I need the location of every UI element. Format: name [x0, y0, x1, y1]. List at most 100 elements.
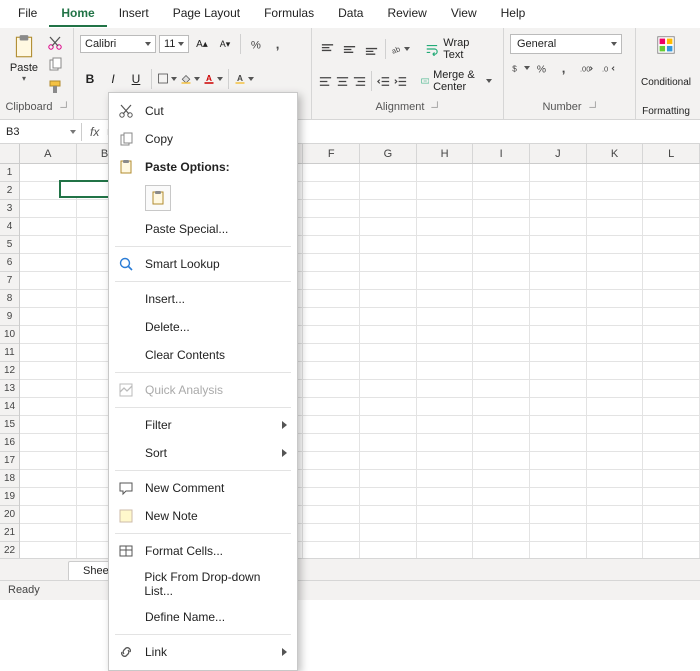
ctx-copy[interactable]: Copy	[109, 125, 297, 153]
comma-button[interactable]: ,	[554, 58, 574, 78]
wrap-text-button[interactable]: Wrap Text	[420, 34, 497, 64]
row-header-21[interactable]: 21	[0, 524, 19, 542]
align-top-button[interactable]	[318, 39, 338, 59]
ctx-insert[interactable]: Insert...	[109, 285, 297, 313]
row-header-5[interactable]: 5	[0, 236, 19, 254]
cut-button[interactable]	[46, 34, 64, 52]
menu-formulas[interactable]: Formulas	[252, 0, 326, 27]
col-header-A[interactable]: A	[20, 144, 77, 163]
row-header-1[interactable]: 1	[0, 164, 19, 182]
ctx-format-cells-label: Format Cells...	[145, 544, 223, 558]
row-header-11[interactable]: 11	[0, 344, 19, 362]
font-color-button-2[interactable]: A	[234, 69, 254, 89]
name-box[interactable]: B3	[0, 123, 82, 141]
conditional-formatting-button[interactable]	[655, 34, 677, 56]
row-header-9[interactable]: 9	[0, 308, 19, 326]
comma-style-button[interactable]: ,	[269, 34, 289, 54]
col-header-J[interactable]: J	[530, 144, 587, 163]
decrease-font-button[interactable]: A▾	[215, 34, 235, 54]
ctx-cut[interactable]: Cut	[109, 97, 297, 125]
decrease-decimal-button[interactable]: .0	[598, 58, 618, 78]
ctx-filter[interactable]: Filter	[109, 411, 297, 439]
row-header-20[interactable]: 20	[0, 506, 19, 524]
ctx-sort[interactable]: Sort	[109, 439, 297, 467]
italic-button[interactable]: I	[103, 69, 123, 89]
row-header-12[interactable]: 12	[0, 362, 19, 380]
row-header-19[interactable]: 19	[0, 488, 19, 506]
ctx-link[interactable]: Link	[109, 638, 297, 666]
font-size-combo[interactable]: 11	[159, 35, 189, 53]
menu-home[interactable]: Home	[49, 0, 106, 27]
ctx-pick-from-list[interactable]: Pick From Drop-down List...	[109, 565, 297, 603]
align-right-button[interactable]	[352, 71, 367, 91]
copy-button[interactable]	[46, 56, 64, 74]
format-painter-button[interactable]	[46, 78, 64, 96]
increase-font-button[interactable]: A▴	[192, 34, 212, 54]
group-label-alignment[interactable]: Alignment	[316, 101, 499, 115]
row-header-16[interactable]: 16	[0, 434, 19, 452]
ctx-paste-special[interactable]: Paste Special...	[109, 215, 297, 243]
align-left-button[interactable]	[318, 71, 333, 91]
paste-button[interactable]: Paste ▾	[6, 34, 42, 96]
font-color-button[interactable]: A	[203, 69, 223, 89]
menu-review[interactable]: Review	[375, 0, 438, 27]
border-button[interactable]	[157, 69, 177, 89]
select-all-corner[interactable]	[0, 144, 20, 164]
underline-button[interactable]: U	[126, 69, 146, 89]
ctx-delete[interactable]: Delete...	[109, 313, 297, 341]
paste-dropdown-caret-icon[interactable]: ▾	[22, 74, 26, 83]
fill-color-button[interactable]	[180, 69, 200, 89]
fx-icon[interactable]: fx	[82, 125, 107, 139]
bold-button[interactable]: B	[80, 69, 100, 89]
orientation-button[interactable]: ab	[390, 39, 410, 59]
menu-page-layout[interactable]: Page Layout	[161, 0, 252, 27]
row-header-17[interactable]: 17	[0, 452, 19, 470]
decrease-indent-button[interactable]	[376, 71, 391, 91]
ctx-clear-label: Clear Contents	[145, 348, 225, 362]
col-header-K[interactable]: K	[587, 144, 644, 163]
accounting-format-button[interactable]: %	[246, 34, 266, 54]
group-label-number[interactable]: Number	[508, 101, 631, 115]
ctx-clear-contents[interactable]: Clear Contents	[109, 341, 297, 369]
row-header-18[interactable]: 18	[0, 470, 19, 488]
merge-center-button[interactable]: Merge & Center	[416, 66, 497, 96]
col-header-L[interactable]: L	[643, 144, 700, 163]
align-middle-button[interactable]	[340, 39, 360, 59]
font-name-combo[interactable]: Calibri	[80, 35, 156, 53]
col-header-F[interactable]: F	[303, 144, 360, 163]
ctx-paste-option-default[interactable]	[145, 185, 171, 211]
row-header-6[interactable]: 6	[0, 254, 19, 272]
row-header-15[interactable]: 15	[0, 416, 19, 434]
accounting-button[interactable]: $	[510, 58, 530, 78]
col-header-G[interactable]: G	[360, 144, 417, 163]
row-header-7[interactable]: 7	[0, 272, 19, 290]
copy-icon	[117, 130, 135, 148]
menu-file[interactable]: File	[6, 0, 49, 27]
ctx-new-note[interactable]: New Note	[109, 502, 297, 530]
col-header-I[interactable]: I	[473, 144, 530, 163]
row-header-4[interactable]: 4	[0, 218, 19, 236]
row-header-2[interactable]: 2	[0, 182, 19, 200]
align-center-button[interactable]	[335, 71, 350, 91]
row-header-10[interactable]: 10	[0, 326, 19, 344]
col-header-H[interactable]: H	[417, 144, 474, 163]
number-format-combo[interactable]: General	[510, 34, 622, 54]
ctx-format-cells[interactable]: Format Cells...	[109, 537, 297, 565]
menu-help[interactable]: Help	[489, 0, 538, 27]
row-header-14[interactable]: 14	[0, 398, 19, 416]
menu-view[interactable]: View	[439, 0, 489, 27]
group-label-clipboard[interactable]: Clipboard	[4, 101, 69, 115]
ctx-define-name[interactable]: Define Name...	[109, 603, 297, 631]
ribbon-group-conditional: Conditional Formatting	[636, 28, 696, 119]
ctx-smart-lookup[interactable]: Smart Lookup	[109, 250, 297, 278]
increase-decimal-button[interactable]: .00	[576, 58, 596, 78]
align-bottom-button[interactable]	[362, 39, 382, 59]
ctx-new-comment[interactable]: New Comment	[109, 474, 297, 502]
menu-data[interactable]: Data	[326, 0, 375, 27]
row-header-8[interactable]: 8	[0, 290, 19, 308]
increase-indent-button[interactable]	[393, 71, 408, 91]
row-header-3[interactable]: 3	[0, 200, 19, 218]
row-header-13[interactable]: 13	[0, 380, 19, 398]
percent-button[interactable]: %	[532, 58, 552, 78]
menu-insert[interactable]: Insert	[107, 0, 161, 27]
